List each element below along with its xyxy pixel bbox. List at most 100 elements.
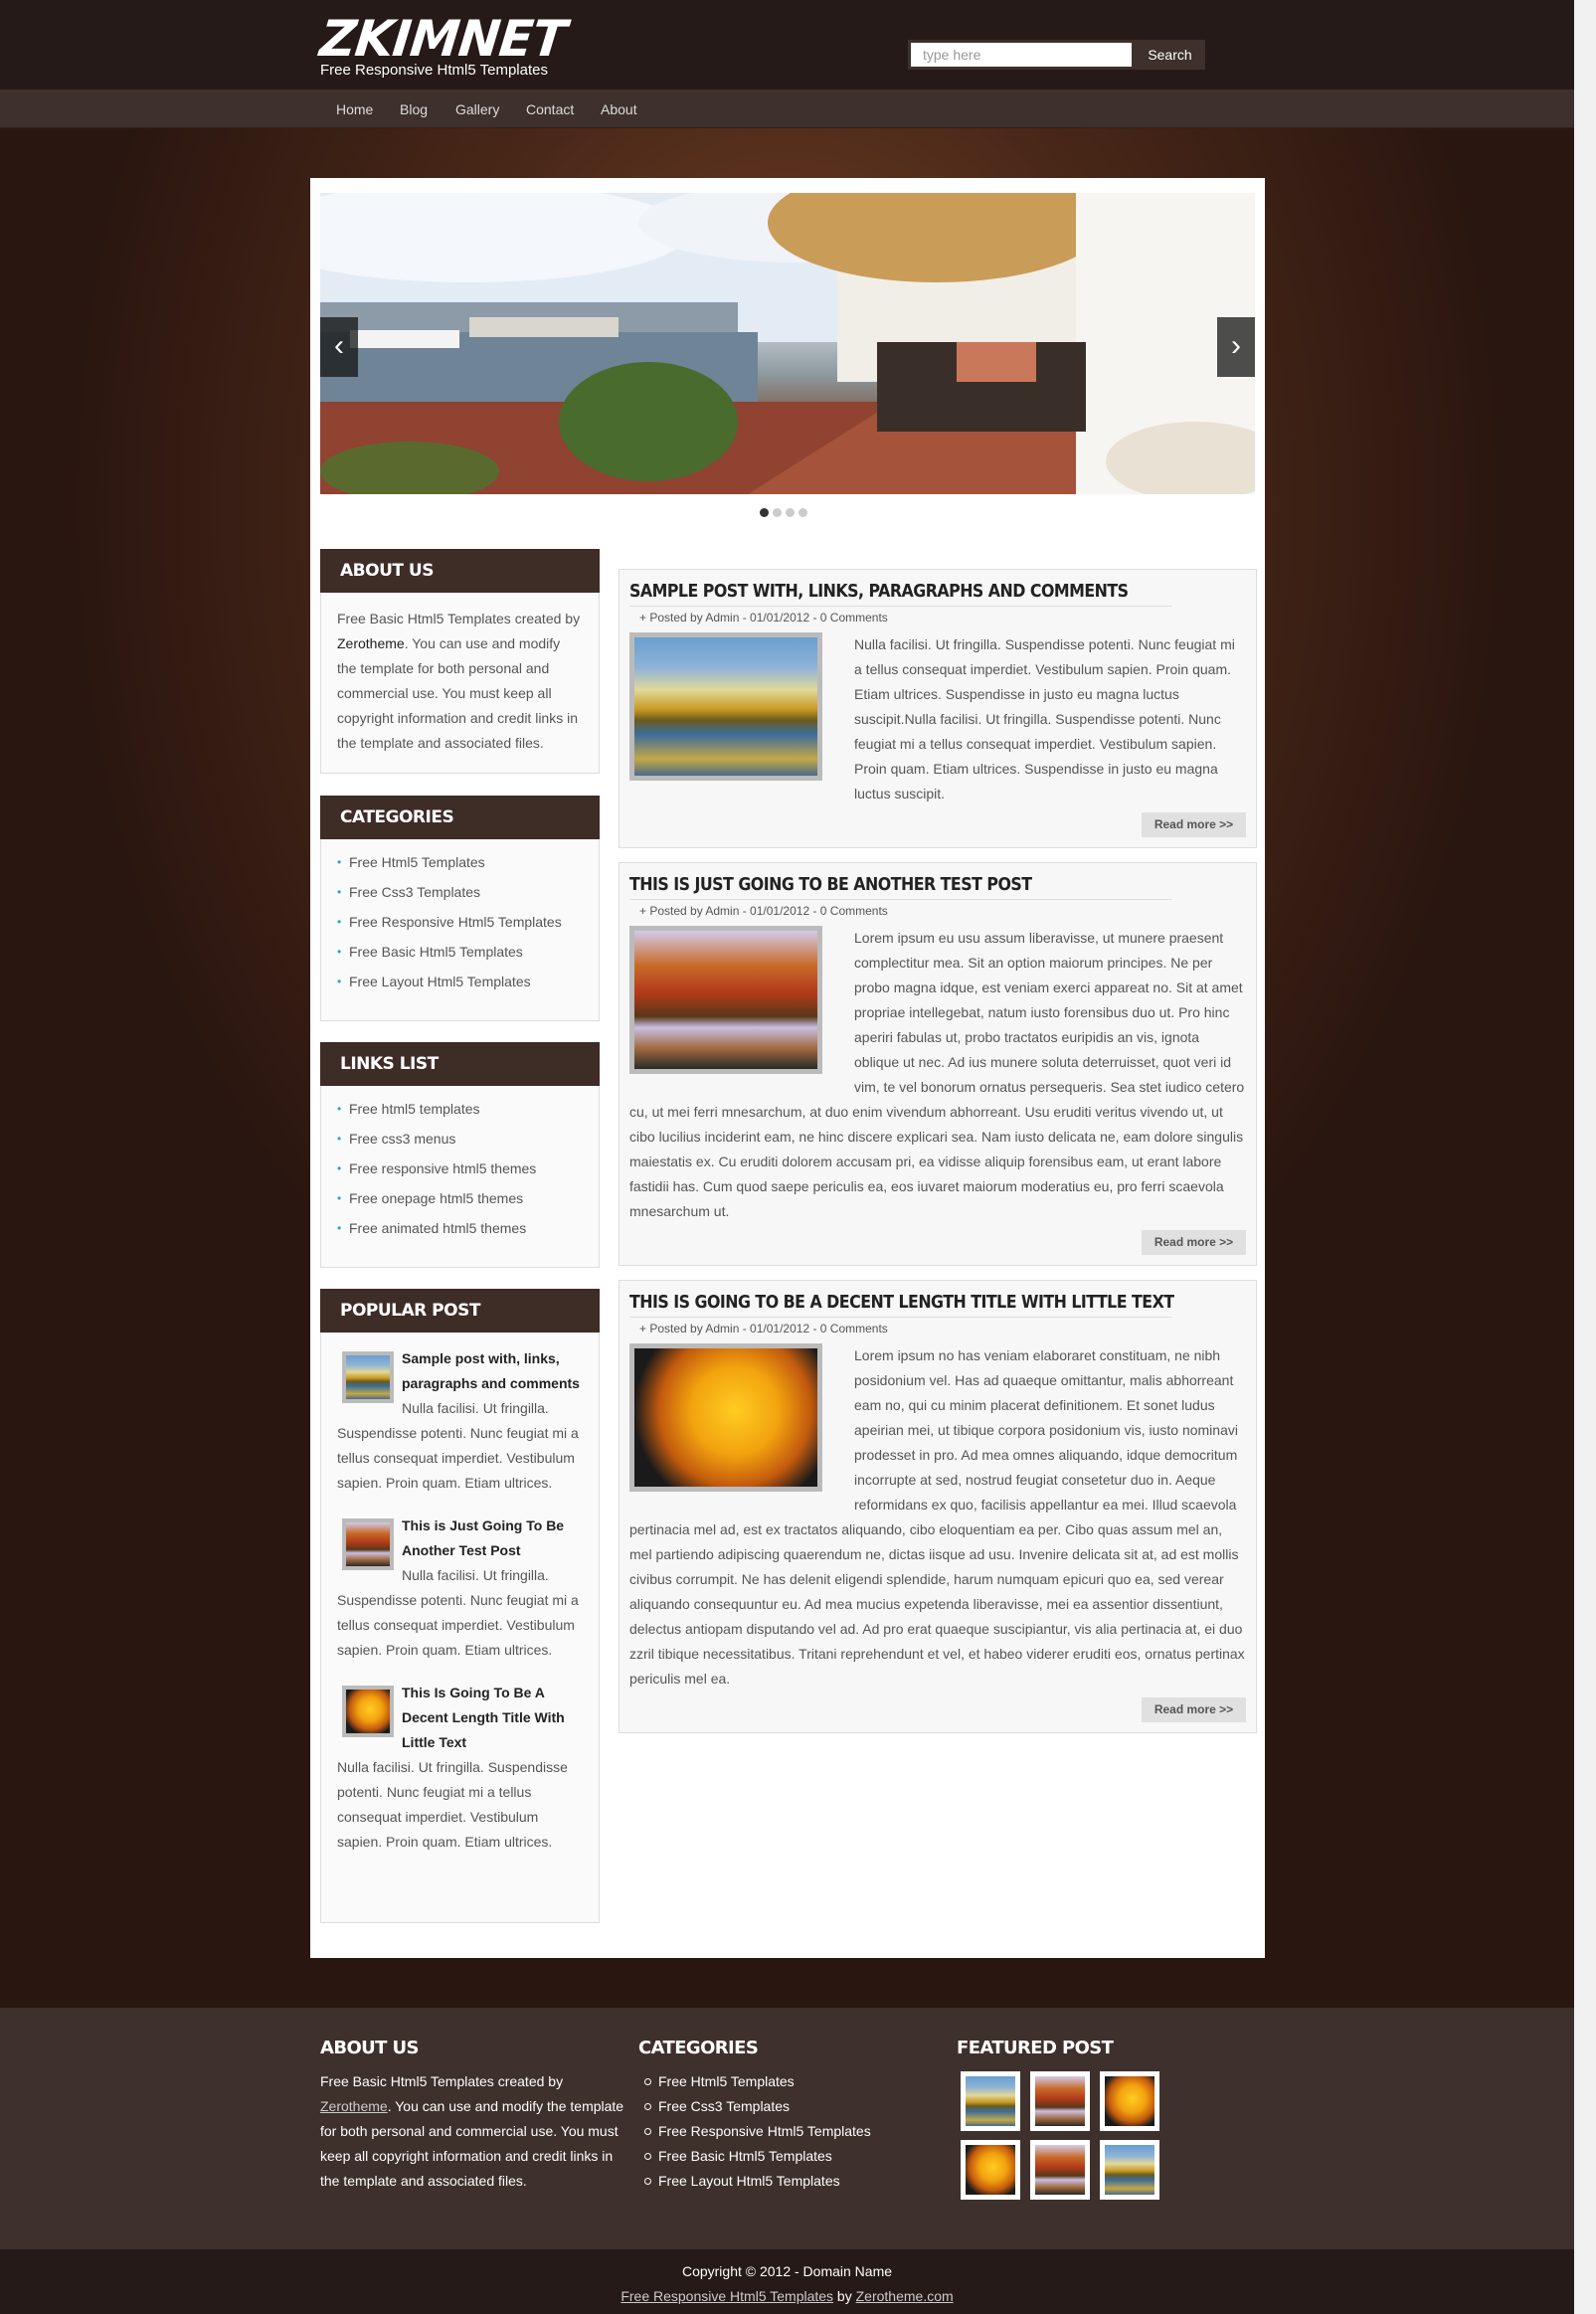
widget-text: Free Basic Html5 Templates created by Ze…: [321, 593, 599, 770]
post-title[interactable]: THIS IS JUST GOING TO BE ANOTHER TEST PO…: [629, 871, 1172, 900]
zerotheme-site-link[interactable]: Zerotheme.com: [856, 2288, 954, 2304]
slider-prev-button[interactable]: ‹: [320, 317, 358, 377]
footer-category-item[interactable]: Free Layout Html5 Templates: [638, 2169, 871, 2194]
read-more-button[interactable]: Read more >>: [1142, 1697, 1246, 1722]
post-thumbnail[interactable]: [629, 632, 822, 781]
popular-post-item: This Is Going To Be A Decent Length Titl…: [337, 1681, 583, 1855]
post-body: Lorem ipsum eu usu assum liberavisse, ut…: [620, 920, 1256, 1224]
featured-thumbnail[interactable]: [1030, 2071, 1090, 2131]
post-meta: + Posted by Admin - 01/01/2012 - 0 Comme…: [639, 1322, 888, 1335]
post-thumbnail[interactable]: [629, 926, 822, 1074]
blog-post: THIS IS GOING TO BE A DECENT LENGTH TITL…: [619, 1280, 1257, 1733]
footer-featured-title: FEATURED POST: [957, 2038, 1114, 2058]
post-thumbnail[interactable]: [629, 1343, 822, 1492]
image-slider: ‹ ›: [320, 193, 1255, 494]
popular-list: Sample post with, links, paragraphs and …: [321, 1333, 599, 1855]
link-item[interactable]: Free animated html5 themes: [337, 1213, 583, 1243]
featured-thumbnail[interactable]: [1030, 2140, 1090, 2200]
sidebar-popular-widget: POPULAR POST Sample post with, links, pa…: [320, 1289, 600, 1923]
popular-post-thumbnail[interactable]: [342, 1686, 394, 1737]
sidebar-categories-widget: CATEGORIES Free Html5 Templates Free Css…: [320, 796, 600, 1021]
nav-blog[interactable]: Blog: [400, 101, 428, 117]
popular-post-thumbnail[interactable]: [342, 1351, 394, 1403]
featured-thumbnail[interactable]: [961, 2071, 1020, 2131]
blog-post: SAMPLE POST WITH, LINKS, PARAGRAPHS AND …: [619, 569, 1257, 848]
category-item[interactable]: Free Html5 Templates: [337, 847, 583, 877]
footer-category-item[interactable]: Free Responsive Html5 Templates: [638, 2119, 871, 2144]
categories-list: Free Html5 Templates Free Css3 Templates…: [321, 839, 599, 1002]
footer-category-item[interactable]: Free Html5 Templates: [638, 2069, 871, 2094]
blog-post: THIS IS JUST GOING TO BE ANOTHER TEST PO…: [619, 862, 1257, 1266]
slider-image: [320, 193, 1255, 494]
post-text: Nulla facilisi. Ut fringilla. Suspendiss…: [854, 636, 1235, 801]
post-body: Nulla facilisi. Ut fringilla. Suspendiss…: [620, 626, 1256, 806]
search-form: Search: [908, 40, 1205, 70]
content-wrapper: ‹ › ABOUT US Free Basic Html5 Templates …: [310, 178, 1265, 1958]
about-text: . You can use and modify the template fo…: [337, 635, 579, 751]
site-header: ZKIMNET Free Responsive Html5 Templates …: [0, 0, 1574, 89]
nav-gallery[interactable]: Gallery: [455, 101, 499, 117]
category-item[interactable]: Free Css3 Templates: [337, 877, 583, 907]
search-button[interactable]: Search: [1135, 40, 1205, 70]
widget-title: POPULAR POST: [320, 1289, 600, 1333]
site-tagline: Free Responsive Html5 Templates: [320, 62, 548, 79]
widget-title: CATEGORIES: [320, 796, 600, 839]
search-input[interactable]: [911, 43, 1132, 67]
footer-categories-list: Free Html5 Templates Free Css3 Templates…: [638, 2069, 871, 2194]
site-logo[interactable]: ZKIMNET: [317, 10, 569, 68]
post-title[interactable]: THIS IS GOING TO BE A DECENT LENGTH TITL…: [629, 1289, 1174, 1318]
nav-about[interactable]: About: [601, 101, 637, 117]
link-item[interactable]: Free html5 templates: [337, 1094, 583, 1124]
footer-zerotheme-link[interactable]: Zerotheme: [320, 2098, 388, 2114]
popular-post-thumbnail[interactable]: [342, 1518, 394, 1570]
link-item[interactable]: Free css3 menus: [337, 1124, 583, 1154]
link-item[interactable]: Free onepage html5 themes: [337, 1183, 583, 1213]
nav-home[interactable]: Home: [336, 101, 373, 117]
about-text: Free Basic Html5 Templates created by: [337, 611, 581, 626]
copyright-text: Copyright © 2012 - Domain Name: [681, 2263, 893, 2279]
widget-title: ABOUT US: [320, 549, 600, 593]
footer-about-title: ABOUT US: [320, 2038, 420, 2058]
read-more-button[interactable]: Read more >>: [1142, 1230, 1246, 1255]
featured-thumbnail[interactable]: [1100, 2140, 1159, 2200]
footer-about-text: Free Basic Html5 Templates created by Ze…: [320, 2069, 628, 2194]
featured-thumbnail[interactable]: [961, 2140, 1020, 2200]
slider-dot[interactable]: [760, 508, 769, 517]
main-nav: Home Blog Gallery Contact About: [0, 89, 1574, 128]
popular-post-item: Sample post with, links, paragraphs and …: [337, 1346, 583, 1496]
sidebar-links-widget: LINKS LIST Free html5 templates Free css…: [320, 1042, 600, 1268]
footer-category-item[interactable]: Free Basic Html5 Templates: [638, 2144, 871, 2169]
site-footer: ABOUT US Free Basic Html5 Templates crea…: [0, 2008, 1574, 2249]
zerotheme-link[interactable]: Zerotheme: [337, 635, 405, 651]
category-item[interactable]: Free Basic Html5 Templates: [337, 937, 583, 967]
slider-next-button[interactable]: ›: [1217, 317, 1255, 377]
footer-categories-title: CATEGORIES: [638, 2038, 759, 2058]
links-list: Free html5 templates Free css3 menus Fre…: [321, 1086, 599, 1249]
copyright-bar: Copyright © 2012 - Domain Name Free Resp…: [0, 2249, 1574, 2314]
post-meta: + Posted by Admin - 01/01/2012 - 0 Comme…: [639, 904, 888, 918]
post-title[interactable]: SAMPLE POST WITH, LINKS, PARAGRAPHS AND …: [629, 578, 1172, 607]
footer-about-text-part: Free Basic Html5 Templates created by: [320, 2073, 564, 2089]
popular-post-excerpt: Nulla facilisi. Ut fringilla. Suspendiss…: [337, 1400, 579, 1491]
scrollbar[interactable]: [1574, 0, 1596, 2314]
nav-contact[interactable]: Contact: [526, 101, 574, 117]
post-body: Lorem ipsum no has veniam elaboraret con…: [620, 1337, 1256, 1691]
featured-thumbnail[interactable]: [1100, 2071, 1159, 2131]
slider-pagination: [760, 504, 811, 517]
slider-dot[interactable]: [773, 508, 782, 517]
slider-dot[interactable]: [786, 508, 795, 517]
credits-by: by: [833, 2288, 856, 2304]
category-item[interactable]: Free Responsive Html5 Templates: [337, 907, 583, 937]
slider-dot[interactable]: [798, 508, 807, 517]
templates-link[interactable]: Free Responsive Html5 Templates: [621, 2288, 833, 2304]
credits-text: Free Responsive Html5 Templates by Zerot…: [0, 2288, 1574, 2304]
popular-post-excerpt: Nulla facilisi. Ut fringilla. Suspendiss…: [337, 1567, 579, 1658]
post-meta: + Posted by Admin - 01/01/2012 - 0 Comme…: [639, 611, 888, 624]
link-item[interactable]: Free responsive html5 themes: [337, 1154, 583, 1183]
sidebar-about-widget: ABOUT US Free Basic Html5 Templates crea…: [320, 549, 600, 774]
category-item[interactable]: Free Layout Html5 Templates: [337, 967, 583, 996]
read-more-button[interactable]: Read more >>: [1142, 812, 1246, 837]
widget-title: LINKS LIST: [320, 1042, 600, 1086]
footer-category-item[interactable]: Free Css3 Templates: [638, 2094, 871, 2119]
popular-post-excerpt: Nulla facilisi. Ut fringilla. Suspendiss…: [337, 1759, 568, 1850]
